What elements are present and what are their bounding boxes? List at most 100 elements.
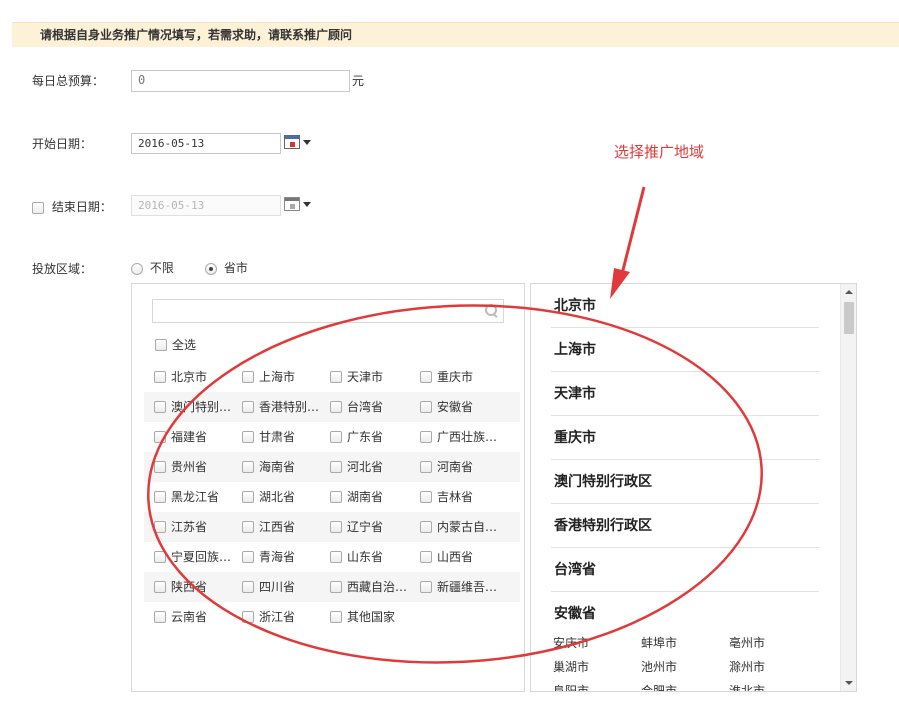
region-option-province[interactable]: 省市 (205, 259, 248, 276)
province-checkbox[interactable] (330, 400, 342, 413)
province-option[interactable]: 澳门特别… (154, 392, 231, 422)
search-icon[interactable] (485, 304, 497, 316)
province-checkbox[interactable] (242, 370, 254, 383)
select-all[interactable]: 全选 (155, 336, 196, 353)
province-checkbox[interactable] (420, 490, 432, 503)
province-option[interactable]: 贵州省 (154, 452, 207, 482)
province-option[interactable]: 江苏省 (154, 512, 207, 542)
province-option[interactable]: 海南省 (242, 452, 295, 482)
radio-province[interactable] (205, 262, 217, 275)
selected-province-item[interactable]: 天津市 (551, 372, 819, 416)
selected-province-item[interactable]: 台湾省 (551, 548, 819, 592)
province-checkbox[interactable] (330, 580, 342, 593)
city-item[interactable]: 淮北市 (729, 682, 765, 691)
province-checkbox[interactable] (154, 610, 166, 623)
province-checkbox[interactable] (242, 580, 254, 593)
province-checkbox[interactable] (154, 580, 166, 593)
province-option[interactable]: 内蒙古自… (420, 512, 497, 542)
province-checkbox[interactable] (330, 610, 342, 623)
province-option[interactable]: 河北省 (330, 452, 383, 482)
province-checkbox[interactable] (154, 490, 166, 503)
province-option[interactable]: 重庆市 (420, 362, 473, 392)
province-option[interactable]: 甘肃省 (242, 422, 295, 452)
province-checkbox[interactable] (420, 430, 432, 443)
start-date-calendar-button[interactable] (282, 132, 312, 154)
selected-province-item[interactable]: 安徽省 (551, 592, 819, 636)
city-item[interactable]: 安庆市 (553, 634, 589, 651)
city-item[interactable]: 巢湖市 (553, 658, 589, 675)
province-option[interactable]: 湖南省 (330, 482, 383, 512)
province-checkbox[interactable] (420, 580, 432, 593)
province-checkbox[interactable] (330, 460, 342, 473)
province-option[interactable]: 福建省 (154, 422, 207, 452)
province-option[interactable]: 香港特别… (242, 392, 319, 422)
province-checkbox[interactable] (420, 400, 432, 413)
radio-unlimited[interactable] (131, 262, 143, 275)
selected-province-item[interactable]: 北京市 (551, 284, 819, 328)
province-option[interactable]: 新疆维吾… (420, 572, 497, 602)
city-item[interactable]: 池州市 (641, 658, 677, 675)
province-option[interactable]: 北京市 (154, 362, 207, 392)
budget-input[interactable]: 0 (131, 70, 350, 92)
province-option[interactable]: 台湾省 (330, 392, 383, 422)
selected-province-item[interactable]: 上海市 (551, 328, 819, 372)
province-option[interactable]: 黑龙江省 (154, 482, 219, 512)
city-item[interactable]: 亳州市 (729, 634, 765, 651)
province-checkbox[interactable] (330, 490, 342, 503)
province-option[interactable]: 广东省 (330, 422, 383, 452)
end-date-checkbox[interactable] (32, 201, 44, 214)
start-date-input[interactable]: 2016-05-13 (131, 133, 281, 154)
select-all-checkbox[interactable] (155, 338, 167, 351)
province-checkbox[interactable] (330, 550, 342, 563)
scrollbar[interactable] (840, 284, 856, 691)
province-checkbox[interactable] (242, 610, 254, 623)
province-option[interactable]: 陕西省 (154, 572, 207, 602)
province-checkbox[interactable] (154, 460, 166, 473)
province-checkbox[interactable] (420, 520, 432, 533)
province-option[interactable]: 青海省 (242, 542, 295, 572)
province-checkbox[interactable] (154, 430, 166, 443)
province-search-input[interactable] (152, 299, 504, 323)
province-checkbox[interactable] (154, 370, 166, 383)
province-option[interactable]: 云南省 (154, 602, 207, 632)
province-checkbox[interactable] (330, 520, 342, 533)
province-checkbox[interactable] (420, 550, 432, 563)
scroll-up-icon[interactable] (845, 290, 853, 294)
province-option[interactable]: 山西省 (420, 542, 473, 572)
province-option[interactable]: 湖北省 (242, 482, 295, 512)
province-option[interactable]: 安徽省 (420, 392, 473, 422)
province-option[interactable]: 河南省 (420, 452, 473, 482)
province-option[interactable]: 江西省 (242, 512, 295, 542)
selected-province-item[interactable]: 重庆市 (551, 416, 819, 460)
province-checkbox[interactable] (420, 370, 432, 383)
province-checkbox[interactable] (330, 430, 342, 443)
province-option[interactable]: 浙江省 (242, 602, 295, 632)
province-checkbox[interactable] (242, 550, 254, 563)
province-option[interactable]: 宁夏回族… (154, 542, 231, 572)
province-option[interactable]: 其他国家 (330, 602, 395, 632)
province-option[interactable]: 天津市 (330, 362, 383, 392)
province-option[interactable]: 上海市 (242, 362, 295, 392)
province-checkbox[interactable] (242, 400, 254, 413)
province-option[interactable]: 四川省 (242, 572, 295, 602)
region-option-unlimited[interactable]: 不限 (131, 259, 174, 276)
province-checkbox[interactable] (242, 460, 254, 473)
city-item[interactable]: 阜阳市 (553, 682, 589, 691)
province-checkbox[interactable] (420, 460, 432, 473)
scroll-down-icon[interactable] (845, 681, 853, 685)
selected-province-item[interactable]: 香港特别行政区 (551, 504, 819, 548)
province-option[interactable]: 吉林省 (420, 482, 473, 512)
scroll-thumb[interactable] (844, 302, 854, 334)
province-checkbox[interactable] (154, 400, 166, 413)
city-item[interactable]: 滁州市 (729, 658, 765, 675)
province-option[interactable]: 西藏自治… (330, 572, 407, 602)
province-checkbox[interactable] (330, 370, 342, 383)
city-item[interactable]: 蚌埠市 (641, 634, 677, 651)
city-item[interactable]: 合肥市 (641, 682, 677, 691)
selected-province-item[interactable]: 澳门特别行政区 (551, 460, 819, 504)
province-checkbox[interactable] (242, 490, 254, 503)
province-option[interactable]: 辽宁省 (330, 512, 383, 542)
province-option[interactable]: 山东省 (330, 542, 383, 572)
province-checkbox[interactable] (154, 520, 166, 533)
province-checkbox[interactable] (242, 430, 254, 443)
